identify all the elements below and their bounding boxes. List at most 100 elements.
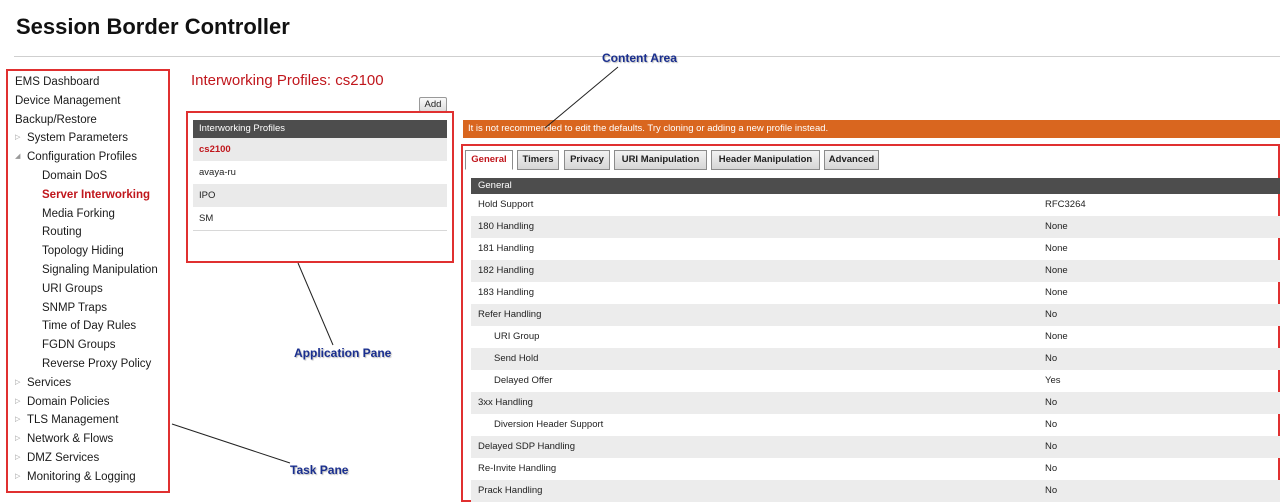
task-item-reverse-proxy-policy[interactable]: Reverse Proxy Policy <box>42 355 151 373</box>
task-item-tls-management[interactable]: ▷ TLS Management <box>15 411 118 429</box>
tab-privacy[interactable]: Privacy <box>564 150 610 170</box>
task-item-label: Routing <box>42 226 82 239</box>
profile-row[interactable]: SM <box>193 207 447 230</box>
tab-header-manipulation[interactable]: Header Manipulation <box>711 150 820 170</box>
setting-row: Hold Support RFC3264 <box>471 194 1280 216</box>
profiles-table-footer <box>193 230 447 257</box>
task-item-topology-hiding[interactable]: Topology Hiding <box>42 242 124 260</box>
settings-rows: Hold Support RFC3264 180 Handling None 181 H… <box>471 194 1280 502</box>
task-item-label: Domain Policies <box>27 395 110 408</box>
task-item-label: Network & Flows <box>27 433 114 446</box>
setting-label: Refer Handling <box>478 309 542 320</box>
task-item-label: Time of Day Rules <box>42 320 137 333</box>
task-item-routing[interactable]: Routing <box>42 223 82 241</box>
task-item-server-interworking[interactable]: Server Interworking <box>42 186 150 204</box>
task-item-snmp-traps[interactable]: SNMP Traps <box>42 299 107 317</box>
profile-row[interactable]: avaya-ru <box>193 161 447 184</box>
task-item-label: System Parameters <box>27 132 128 145</box>
setting-value: None <box>1045 221 1068 232</box>
setting-value: None <box>1045 287 1068 298</box>
task-item-domain-policies[interactable]: ▷ Domain Policies <box>15 393 109 411</box>
setting-row: Prack Handling No <box>471 480 1280 502</box>
profiles-table-header: Interworking Profiles <box>193 120 447 138</box>
task-item-label: DMZ Services <box>27 452 100 465</box>
collapsed-arrow-icon: ▷ <box>15 397 21 405</box>
task-item-network-flows[interactable]: ▷ Network & Flows <box>15 430 113 448</box>
task-item-label: SNMP Traps <box>42 301 107 314</box>
task-item-ems-dashboard[interactable]: EMS Dashboard <box>15 73 99 91</box>
setting-label: 180 Handling <box>478 221 534 232</box>
setting-row: Re-Invite Handling No <box>471 458 1280 480</box>
setting-value: No <box>1045 353 1058 364</box>
task-item-uri-groups[interactable]: URI Groups <box>42 280 103 298</box>
setting-row: 180 Handling None <box>471 216 1280 238</box>
collapsed-arrow-icon: ▷ <box>15 472 21 480</box>
task-item-media-forking[interactable]: Media Forking <box>42 205 115 223</box>
task-item-label: FGDN Groups <box>42 339 116 352</box>
content-area: General Timers Privacy URI Manipulation Head… <box>461 144 1280 502</box>
tab-timers[interactable]: Timers <box>517 150 559 170</box>
profiles-table: Interworking Profiles cs2100 avaya-ru IPO S… <box>193 120 447 257</box>
tab-advanced[interactable]: Advanced <box>824 150 879 170</box>
setting-row: 182 Handling None <box>471 260 1280 282</box>
setting-value: No <box>1045 485 1058 496</box>
task-item-label: Device Management <box>15 94 121 107</box>
setting-value: No <box>1045 463 1058 474</box>
collapsed-arrow-icon: ▷ <box>15 416 21 424</box>
tab-general[interactable]: General <box>465 150 513 170</box>
setting-value: No <box>1045 397 1058 408</box>
setting-label: Delayed Offer <box>494 375 553 386</box>
task-item-signaling-manipulation[interactable]: Signaling Manipulation <box>42 261 158 279</box>
task-item-backup-restore[interactable]: Backup/Restore <box>15 111 97 129</box>
setting-row: Delayed Offer Yes <box>471 370 1280 392</box>
settings-section-header: General <box>471 178 1280 194</box>
task-item-system-parameters[interactable]: ▷ System Parameters <box>15 129 128 147</box>
page-heading: Interworking Profiles: cs2100 <box>191 72 384 89</box>
general-settings-table: General Hold Support RFC3264 180 Handling N… <box>471 178 1280 502</box>
task-item-label: Monitoring & Logging <box>27 470 136 483</box>
profile-row[interactable]: cs2100 <box>193 138 447 161</box>
setting-label: Diversion Header Support <box>494 419 604 430</box>
task-item-label: Signaling Manipulation <box>42 264 158 276</box>
collapsed-arrow-icon: ▷ <box>15 134 21 142</box>
task-item-time-of-day-rules[interactable]: Time of Day Rules <box>42 317 136 335</box>
warning-banner: It is not recommended to edit the defaul… <box>463 120 1280 138</box>
task-item-label: Configuration Profiles <box>27 151 137 164</box>
task-item-label: TLS Management <box>27 414 119 427</box>
task-item-label: Server Interworking <box>42 188 151 201</box>
collapsed-arrow-icon: ▷ <box>15 378 21 386</box>
tab-uri-manipulation[interactable]: URI Manipulation <box>614 150 707 170</box>
task-item-domain-dos[interactable]: Domain DoS <box>42 167 107 185</box>
application-pane: Interworking Profiles cs2100 avaya-ru IPO S… <box>186 111 454 263</box>
setting-label: Re-Invite Handling <box>478 463 557 474</box>
setting-row: Refer Handling No <box>471 304 1280 326</box>
task-item-dmz-services[interactable]: ▷ DMZ Services <box>15 449 99 467</box>
setting-row: 181 Handling None <box>471 238 1280 260</box>
task-item-fgdn-groups[interactable]: FGDN Groups <box>42 336 116 354</box>
task-item-label: Media Forking <box>42 207 115 220</box>
collapsed-arrow-icon: ▷ <box>15 454 21 461</box>
app-title: Session Border Controller <box>16 14 290 39</box>
setting-label: 3xx Handling <box>478 397 533 408</box>
task-item-label: EMS Dashboard <box>15 76 100 88</box>
task-item-label: Topology Hiding <box>42 245 124 258</box>
task-item-configuration-profiles[interactable]: ◢ Configuration Profiles <box>15 148 137 166</box>
task-item-monitoring-logging[interactable]: ▷ Monitoring & Logging <box>15 468 136 486</box>
setting-value: None <box>1045 243 1068 254</box>
setting-label: 182 Handling <box>478 265 534 276</box>
application-pane-callout: Application Pane <box>294 346 392 360</box>
setting-label: URI Group <box>494 331 540 342</box>
setting-row: Send Hold No <box>471 348 1280 370</box>
setting-row: Delayed SDP Handling No <box>471 436 1280 458</box>
task-item-label: Reverse Proxy Policy <box>42 358 152 370</box>
setting-value: None <box>1045 265 1068 276</box>
setting-label: 183 Handling <box>478 287 534 298</box>
setting-row: URI Group None <box>471 326 1280 348</box>
profile-row[interactable]: IPO <box>193 184 447 207</box>
task-item-device-management[interactable]: Device Management <box>15 92 120 110</box>
task-item-services[interactable]: ▷ Services <box>15 374 71 392</box>
setting-value: No <box>1045 441 1058 452</box>
setting-label: Prack Handling <box>478 485 543 496</box>
setting-value: RFC3264 <box>1045 199 1086 210</box>
add-button[interactable]: Add <box>419 97 447 112</box>
